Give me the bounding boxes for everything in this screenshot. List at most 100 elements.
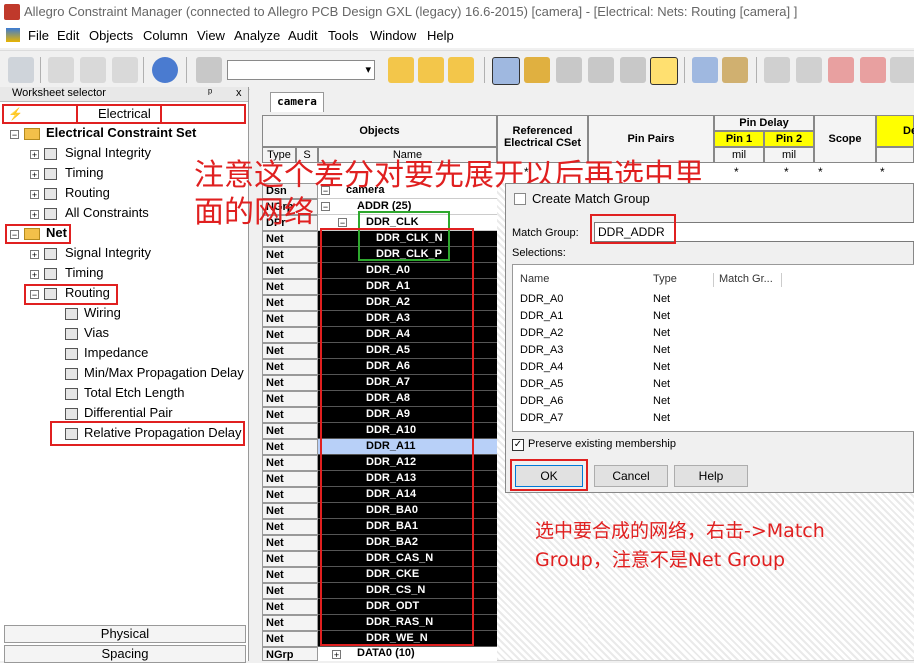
cancel-button[interactable]: Cancel — [594, 465, 668, 487]
house-icon[interactable] — [556, 57, 582, 83]
filter-star[interactable]: * — [784, 165, 789, 179]
funnel-more-icon[interactable] — [890, 57, 914, 83]
pin-icon[interactable]: ᵖ — [208, 87, 212, 99]
hash-icon[interactable] — [620, 57, 646, 83]
menu-analyze[interactable]: Analyze — [234, 28, 280, 43]
expand-icon[interactable]: + — [30, 250, 39, 260]
list-item-name[interactable]: DDR_A4 — [520, 361, 563, 373]
list-item-name[interactable]: DDR_A1 — [520, 310, 563, 322]
tree-net-routing[interactable]: Routing — [65, 285, 110, 300]
grid-icon[interactable] — [588, 57, 614, 83]
collapse-icon[interactable]: − — [10, 230, 19, 240]
constraint-icon[interactable] — [388, 57, 414, 83]
collapse-icon[interactable]: − — [321, 202, 330, 212]
expand-icon[interactable]: + — [30, 190, 39, 200]
column-name[interactable]: Name — [520, 273, 549, 285]
workbook-tab-strip — [250, 87, 914, 115]
toolbar-combo[interactable]: ▾ — [227, 60, 375, 80]
row-type: Net — [262, 471, 318, 487]
list-item-name[interactable]: DDR_A3 — [520, 344, 563, 356]
print-icon[interactable] — [8, 57, 34, 83]
list-item-name[interactable]: DDR_A5 — [520, 378, 563, 390]
selections-list[interactable]: Name Type Match Gr... DDR_A0 Net DDR_A1 … — [512, 264, 914, 432]
preserve-checkbox[interactable]: ✓ — [512, 439, 524, 451]
menu-app-icon[interactable] — [6, 28, 20, 42]
filter-star[interactable]: * — [734, 165, 739, 179]
paste-icon[interactable] — [112, 57, 138, 83]
tree-vias[interactable]: Vias — [84, 325, 109, 340]
help-button[interactable]: Help — [674, 465, 748, 487]
funnel-red-icon[interactable] — [828, 57, 854, 83]
tab-spacing[interactable]: Spacing — [4, 645, 246, 663]
tree-differential-pair[interactable]: Differential Pair — [84, 405, 173, 420]
filter-star[interactable]: * — [818, 165, 823, 179]
tab-camera[interactable]: camera — [270, 92, 324, 112]
row-type: Net — [262, 343, 318, 359]
menu-window[interactable]: Window — [370, 28, 416, 43]
row-type: Net — [262, 231, 318, 247]
electrical-tab-label: Electrical — [98, 106, 151, 121]
filter-icon[interactable] — [196, 57, 222, 83]
menu-column[interactable]: Column — [143, 28, 188, 43]
expand-icon[interactable]: + — [332, 650, 341, 660]
expand-icon[interactable]: + — [30, 270, 39, 280]
tree-total-etch-length[interactable]: Total Etch Length — [84, 385, 184, 400]
tree-ecset-all-constraints[interactable]: All Constraints — [65, 205, 149, 220]
list-item-name[interactable]: DDR_A2 — [520, 327, 563, 339]
expand-icon[interactable]: + — [30, 210, 39, 220]
tree-ecset-signal-integrity[interactable]: Signal Integrity — [65, 145, 151, 160]
funnel-icon[interactable] — [764, 57, 790, 83]
collapse-icon[interactable]: − — [10, 130, 19, 140]
row-type: Net — [262, 247, 318, 263]
tag-icon[interactable] — [524, 57, 550, 83]
funnel-x-icon[interactable] — [796, 57, 822, 83]
tree-ecset[interactable]: Electrical Constraint Set — [46, 125, 196, 140]
list-item-name[interactable]: DDR_A6 — [520, 395, 563, 407]
tree-wiring[interactable]: Wiring — [84, 305, 121, 320]
funnel-star-icon[interactable] — [860, 57, 886, 83]
sun-icon[interactable] — [650, 57, 678, 85]
tree-relative-prop-delay[interactable]: Relative Propagation Delay — [84, 425, 242, 440]
expand-icon[interactable]: + — [30, 170, 39, 180]
select-icon[interactable] — [492, 57, 520, 85]
list-item-name[interactable]: DDR_A7 — [520, 412, 563, 424]
help-icon[interactable] — [152, 57, 178, 83]
match-group-highlight — [590, 214, 676, 244]
menu-edit[interactable]: Edit — [57, 28, 79, 43]
resistor-icon[interactable] — [722, 57, 748, 83]
tree-ecset-timing[interactable]: Timing — [65, 165, 104, 180]
tree-ecset-routing[interactable]: Routing — [65, 185, 110, 200]
collapse-icon[interactable]: − — [30, 290, 39, 300]
worksheet-selector-title: Worksheet selector — [12, 87, 106, 99]
menu-view[interactable]: View — [197, 28, 225, 43]
tree-net[interactable]: Net — [46, 225, 67, 240]
menu-objects[interactable]: Objects — [89, 28, 133, 43]
tree-impedance[interactable]: Impedance — [84, 345, 148, 360]
column-type[interactable]: Type — [653, 273, 677, 285]
menu-file[interactable]: File — [28, 28, 49, 43]
filter-star[interactable]: * — [880, 165, 885, 179]
cut-icon[interactable] — [48, 57, 74, 83]
close-icon[interactable]: x — [236, 87, 242, 99]
expand-icon[interactable]: + — [30, 150, 39, 160]
menu-help[interactable]: Help — [427, 28, 454, 43]
column-match-group[interactable]: Match Gr... — [719, 273, 773, 285]
row-type: Net — [262, 615, 318, 631]
chevron-down-icon: ▾ — [365, 64, 371, 76]
collapse-icon[interactable]: − — [338, 218, 347, 228]
tab-physical[interactable]: Physical — [4, 625, 246, 643]
down-arrow-icon[interactable] — [418, 57, 444, 83]
table-row[interactable]: + DATA0 (10) — [318, 647, 497, 661]
column-divider — [713, 273, 714, 287]
copy-icon[interactable] — [80, 57, 106, 83]
tree-net-timing[interactable]: Timing — [65, 265, 104, 280]
list-item-name[interactable]: DDR_A0 — [520, 293, 563, 305]
up-arrow-icon[interactable] — [448, 57, 474, 83]
ok-button[interactable]: OK — [515, 465, 583, 487]
tree-net-signal-integrity[interactable]: Signal Integrity — [65, 245, 151, 260]
menu-tools[interactable]: Tools — [328, 28, 358, 43]
menu-audit[interactable]: Audit — [288, 28, 318, 43]
window-title: Allegro Constraint Manager (connected to… — [24, 4, 798, 19]
tree-min-max-prop-delay[interactable]: Min/Max Propagation Delay — [84, 365, 244, 380]
window-icon[interactable] — [692, 57, 718, 83]
